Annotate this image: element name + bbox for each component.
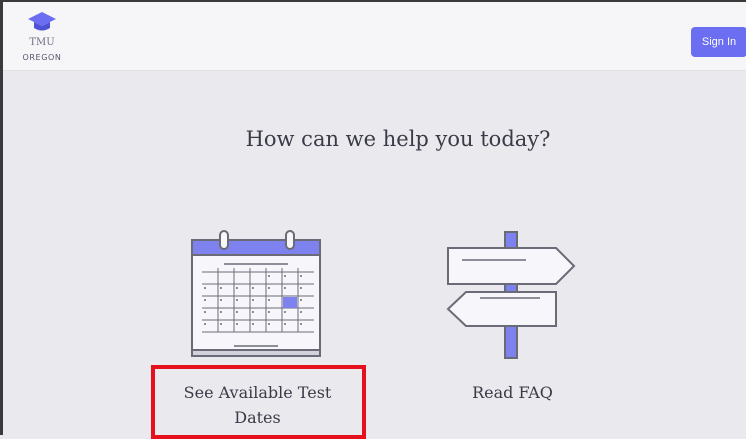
top-header: TMU OREGON Sign In [3,2,746,71]
logo-name: TMU [29,37,55,48]
page-headline: How can we help you today? [245,127,551,151]
faq-card[interactable] [446,230,578,366]
graduation-cap-icon [28,12,56,31]
highlight-box [151,365,366,439]
test-dates-card[interactable] [190,228,324,366]
calendar-icon [191,230,321,357]
sign-in-button[interactable]: Sign In [691,27,746,57]
faq-label[interactable]: Read FAQ [430,380,595,405]
logo-subtitle: OREGON [22,53,62,62]
site-logo[interactable]: TMU OREGON [20,12,76,64]
signpost-icon [446,231,576,359]
